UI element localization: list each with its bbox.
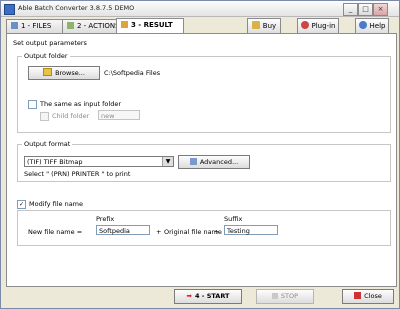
result-panel: Set output parameters Output folder Brow… bbox=[6, 33, 397, 287]
settings-icon bbox=[189, 158, 197, 165]
browse-button[interactable]: Browse... bbox=[28, 66, 100, 80]
start-label: 4 - START bbox=[194, 292, 230, 300]
help-label: Help bbox=[369, 22, 386, 30]
modify-name-label: Modify file name bbox=[29, 200, 84, 208]
tab-result[interactable]: 3 - RESULT bbox=[116, 18, 184, 33]
stop-button[interactable]: STOP bbox=[256, 289, 314, 304]
actions-icon bbox=[67, 22, 74, 29]
chevron-down-icon: ▼ bbox=[162, 157, 173, 166]
same-as-input-label: The same as input folder bbox=[40, 100, 122, 108]
close-icon bbox=[354, 292, 362, 299]
window-title: Able Batch Converter 3.8.7.5 DEMO bbox=[18, 4, 135, 12]
tab-result-label: 3 - RESULT bbox=[131, 21, 173, 29]
tab-files[interactable]: 1 - FILES bbox=[6, 19, 64, 33]
footer-bar: ➡ 4 - START STOP Close bbox=[1, 286, 399, 308]
help-icon bbox=[358, 21, 367, 29]
advanced-button[interactable]: Advanced... bbox=[178, 155, 250, 169]
output-folder-group: Output folder Browse... C:\Softpedia Fil… bbox=[17, 52, 391, 133]
browse-label: Browse... bbox=[55, 69, 85, 77]
prefix-input[interactable]: Softpedia bbox=[96, 225, 150, 235]
child-folder-label: Child folder bbox=[52, 112, 90, 120]
plugin-icon bbox=[300, 21, 309, 29]
plus-sign-2: + bbox=[214, 228, 220, 236]
close-label: Close bbox=[364, 292, 382, 300]
files-icon bbox=[11, 22, 18, 29]
output-folder-legend: Output folder bbox=[22, 52, 70, 60]
output-path: C:\Softpedia Files bbox=[104, 69, 161, 77]
format-selected: (TIF) TIFF Bitmap bbox=[27, 158, 83, 166]
child-folder-input[interactable]: new bbox=[98, 110, 140, 120]
modify-name-group: Prefix Suffix New file name = Softpedia … bbox=[17, 210, 391, 246]
panel-heading: Set output parameters bbox=[13, 39, 87, 47]
modify-name-checkbox[interactable]: ✓ bbox=[17, 200, 26, 209]
format-hint: Select " (PRN) PRINTER " to print bbox=[24, 170, 131, 178]
same-as-input-checkbox[interactable] bbox=[28, 100, 37, 109]
prefix-label: Prefix bbox=[96, 215, 115, 223]
close-button[interactable]: Close bbox=[342, 289, 394, 304]
result-icon bbox=[121, 21, 128, 28]
title-bar[interactable]: Able Batch Converter 3.8.7.5 DEMO _ □ × bbox=[1, 1, 399, 17]
stop-icon bbox=[271, 293, 278, 299]
tab-actions-label: 2 - ACTIONS bbox=[77, 22, 120, 30]
suffix-input[interactable]: Testing bbox=[224, 225, 278, 235]
minimize-button[interactable]: _ bbox=[343, 3, 358, 16]
buy-label: Buy bbox=[262, 22, 277, 30]
tab-files-label: 1 - FILES bbox=[21, 22, 52, 30]
maximize-button[interactable]: □ bbox=[358, 3, 373, 16]
new-file-name-label: New file name = bbox=[28, 228, 83, 236]
cart-icon bbox=[251, 21, 260, 29]
arrow-right-icon: ➡ bbox=[186, 292, 192, 300]
folder-icon bbox=[43, 68, 53, 76]
child-folder-checkbox[interactable] bbox=[40, 112, 49, 121]
output-format-group: Output format (TIF) TIFF Bitmap ▼ Advanc… bbox=[17, 140, 391, 182]
advanced-label: Advanced... bbox=[199, 158, 239, 166]
buy-button[interactable]: Buy bbox=[247, 18, 281, 34]
start-button[interactable]: ➡ 4 - START bbox=[174, 289, 242, 304]
plugin-label: Plug-in bbox=[311, 22, 336, 30]
plus-sign-1: + bbox=[156, 228, 162, 236]
app-window: Able Batch Converter 3.8.7.5 DEMO _ □ × … bbox=[0, 0, 400, 309]
stop-label: STOP bbox=[280, 292, 299, 300]
close-window-button[interactable]: × bbox=[373, 3, 388, 16]
tab-actions[interactable]: 2 - ACTIONS bbox=[62, 19, 124, 33]
app-icon bbox=[4, 4, 15, 15]
plugin-button[interactable]: Plug-in bbox=[297, 18, 339, 34]
suffix-label: Suffix bbox=[224, 215, 243, 223]
output-format-legend: Output format bbox=[22, 140, 73, 148]
format-select[interactable]: (TIF) TIFF Bitmap ▼ bbox=[24, 156, 174, 167]
help-button[interactable]: Help bbox=[355, 18, 389, 34]
